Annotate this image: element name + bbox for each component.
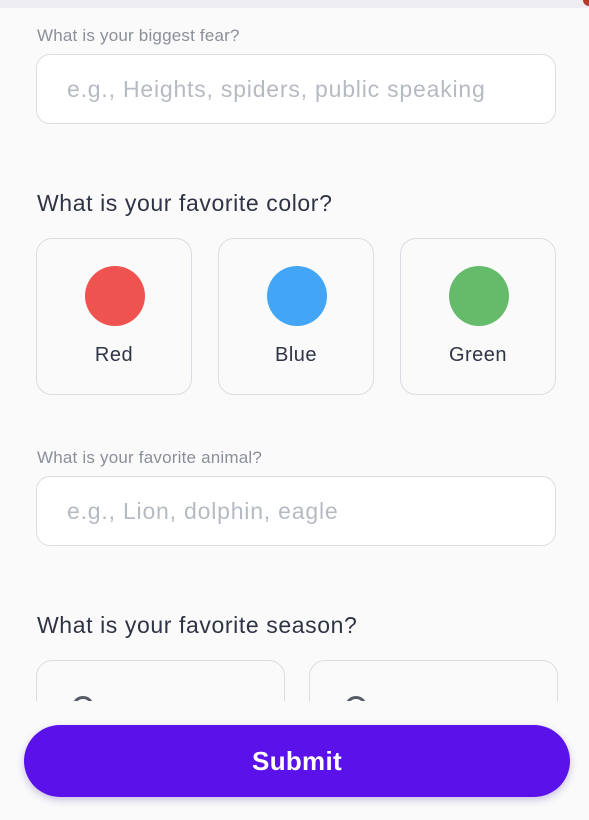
color-swatch-red — [85, 266, 145, 326]
season-icon — [345, 696, 367, 701]
top-edge-strip — [0, 0, 589, 8]
color-option-label: Red — [94, 344, 134, 366]
color-question-title: What is your favorite color? — [37, 190, 333, 216]
color-swatch-blue — [267, 266, 327, 326]
season-option-card[interactable] — [309, 660, 558, 701]
season-option-card[interactable] — [36, 660, 285, 701]
color-option-blue[interactable]: Blue — [218, 238, 374, 395]
color-swatch-green — [449, 266, 509, 326]
color-option-label: Green — [448, 344, 508, 366]
season-icon — [72, 696, 94, 701]
season-question-title: What is your favorite season? — [37, 612, 358, 638]
color-option-label: Blue — [274, 344, 318, 366]
fear-label: What is your biggest fear? — [37, 26, 240, 45]
submit-button[interactable]: Submit — [24, 725, 570, 797]
fear-input[interactable] — [36, 54, 556, 124]
season-options — [0, 640, 589, 701]
color-option-red[interactable]: Red — [36, 238, 192, 395]
color-option-green[interactable]: Green — [400, 238, 556, 395]
animal-input[interactable] — [36, 476, 556, 546]
animal-label: What is your favorite animal? — [37, 448, 262, 467]
